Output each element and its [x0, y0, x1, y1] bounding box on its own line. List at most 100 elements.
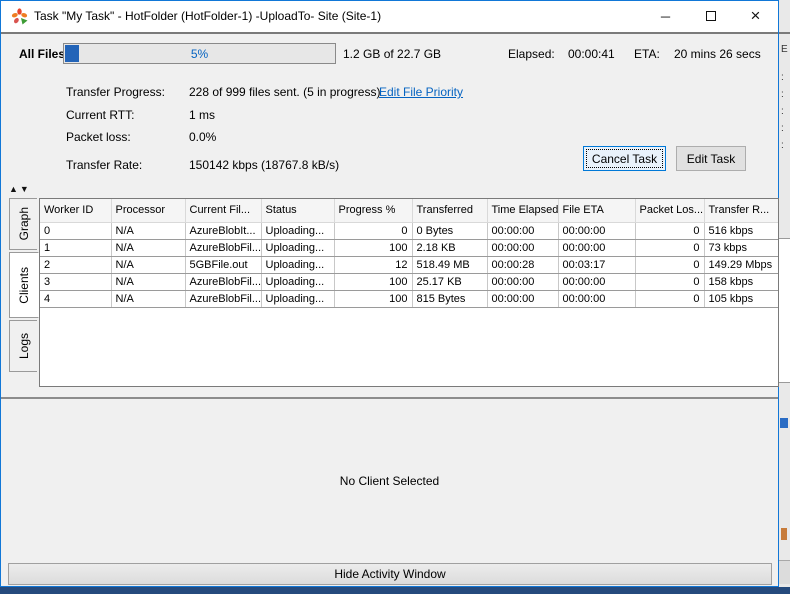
workers-table: Worker IDProcessorCurrent Fil...StatusPr…	[40, 199, 779, 308]
titlebar[interactable]: Task "My Task" - HotFolder (HotFolder-1)…	[1, 1, 778, 32]
background-bottom-strip	[0, 587, 790, 594]
table-cell: 12	[334, 256, 412, 273]
table-cell: N/A	[111, 273, 185, 290]
table-cell: 100	[334, 273, 412, 290]
table-row[interactable]: 4N/AAzureBlobFil...Uploading...100815 By…	[40, 290, 778, 307]
background-window-button-fragment	[779, 560, 790, 584]
table-cell: AzureBlobIt...	[185, 222, 261, 239]
table-cell: 0	[635, 239, 704, 256]
table-cell: 518.49 MB	[412, 256, 487, 273]
app-icon	[11, 8, 28, 25]
column-header[interactable]: Status	[261, 199, 334, 222]
tab-label: Logs	[17, 325, 31, 367]
pane-divider[interactable]	[1, 397, 778, 399]
table-cell: 0	[635, 273, 704, 290]
tab-label: Graph	[17, 199, 31, 248]
edit-task-button[interactable]: Edit Task	[676, 146, 746, 171]
table-cell: 00:00:00	[558, 222, 635, 239]
eta-label: ETA:	[634, 47, 660, 61]
current-rtt-value: 1 ms	[189, 108, 215, 122]
column-header[interactable]: Current Fil...	[185, 199, 261, 222]
splitter-collapse-arrows[interactable]: ▲▼	[9, 184, 31, 194]
table-cell: 0	[334, 222, 412, 239]
close-icon: ×	[751, 6, 761, 26]
table-row[interactable]: 1N/AAzureBlobFil...Uploading...1002.18 K…	[40, 239, 778, 256]
eta-value: 20 mins 26 secs	[674, 47, 761, 61]
table-cell: 4	[40, 290, 111, 307]
table-cell: 00:00:00	[558, 290, 635, 307]
no-client-selected-text: No Client Selected	[1, 474, 778, 488]
table-cell: Uploading...	[261, 273, 334, 290]
tab-logs[interactable]: Logs	[9, 320, 37, 372]
background-window-table-fragment	[779, 238, 790, 383]
table-row[interactable]: 0N/AAzureBlobIt...Uploading...00 Bytes00…	[40, 222, 778, 239]
table-row[interactable]: 3N/AAzureBlobFil...Uploading...10025.17 …	[40, 273, 778, 290]
table-cell: 105 kbps	[704, 290, 778, 307]
table-cell: 00:00:28	[487, 256, 558, 273]
table-cell: 149.29 Mbps	[704, 256, 778, 273]
column-header[interactable]: Transfer R...	[704, 199, 778, 222]
table-header-row: Worker IDProcessorCurrent Fil...StatusPr…	[40, 199, 778, 222]
minimize-button[interactable]: ─	[643, 1, 688, 31]
elapsed-label: Elapsed:	[508, 47, 555, 61]
table-cell: 25.17 KB	[412, 273, 487, 290]
table-cell: 73 kbps	[704, 239, 778, 256]
maximize-icon	[706, 11, 716, 21]
table-cell: 00:03:17	[558, 256, 635, 273]
table-cell: 0	[635, 290, 704, 307]
column-header[interactable]: Processor	[111, 199, 185, 222]
splitter-divider[interactable]: ▲▼	[1, 187, 778, 197]
background-window-text-fragment: :	[781, 123, 784, 134]
table-cell: 00:00:00	[558, 239, 635, 256]
maximize-button[interactable]	[688, 1, 733, 31]
column-header[interactable]: Time Elapsed	[487, 199, 558, 222]
tab-graph[interactable]: Graph	[9, 198, 37, 250]
table-cell: AzureBlobFil...	[185, 273, 261, 290]
background-window-sliver: E:::::	[779, 0, 790, 594]
background-window-line	[779, 32, 790, 34]
current-rtt-label: Current RTT:	[66, 108, 134, 122]
column-header[interactable]: Progress %	[334, 199, 412, 222]
tab-clients[interactable]: Clients	[9, 252, 39, 318]
table-cell: 00:00:00	[487, 273, 558, 290]
collapse-down-icon[interactable]: ▼	[20, 184, 31, 194]
table-cell: 5GBFile.out	[185, 256, 261, 273]
column-header[interactable]: File ETA	[558, 199, 635, 222]
table-cell: N/A	[111, 256, 185, 273]
table-cell: AzureBlobFil...	[185, 239, 261, 256]
table-cell: Uploading...	[261, 290, 334, 307]
background-window-text-fragment: E	[781, 44, 788, 55]
collapse-up-icon[interactable]: ▲	[9, 184, 20, 194]
table-cell: 815 Bytes	[412, 290, 487, 307]
all-files-progress-bar: 5%	[63, 43, 336, 64]
background-window-text-fragment: :	[781, 140, 784, 151]
table-cell: 0	[40, 222, 111, 239]
packet-loss-value: 0.0%	[189, 130, 216, 144]
hide-activity-window-button[interactable]: Hide Activity Window	[8, 563, 772, 585]
tab-label: Clients	[17, 259, 31, 312]
column-header[interactable]: Transferred	[412, 199, 487, 222]
elapsed-value: 00:00:41	[568, 47, 615, 61]
table-cell: 00:00:00	[487, 290, 558, 307]
table-cell: 2	[40, 256, 111, 273]
transfer-rate-value: 150142 kbps (18767.8 kB/s)	[189, 158, 339, 172]
titlebar-separator	[1, 32, 778, 34]
progress-percent: 5%	[64, 47, 335, 61]
table-cell: 2.18 KB	[412, 239, 487, 256]
table-row[interactable]: 2N/A5GBFile.outUploading...12518.49 MB00…	[40, 256, 778, 273]
column-header[interactable]: Packet Los...	[635, 199, 704, 222]
table-cell: 100	[334, 290, 412, 307]
cancel-task-button[interactable]: Cancel Task	[583, 146, 666, 171]
edit-file-priority-link[interactable]: Edit File Priority	[379, 85, 463, 99]
transfer-rate-label: Transfer Rate:	[66, 158, 142, 172]
table-cell: 100	[334, 239, 412, 256]
background-window-text-fragment: :	[781, 72, 784, 83]
minimize-icon: ─	[661, 9, 670, 24]
column-header[interactable]: Worker ID	[40, 199, 111, 222]
table-cell: 516 kbps	[704, 222, 778, 239]
table-cell: AzureBlobFil...	[185, 290, 261, 307]
table-cell: Uploading...	[261, 256, 334, 273]
table-cell: N/A	[111, 222, 185, 239]
table-cell: 158 kbps	[704, 273, 778, 290]
close-button[interactable]: ×	[733, 1, 778, 31]
